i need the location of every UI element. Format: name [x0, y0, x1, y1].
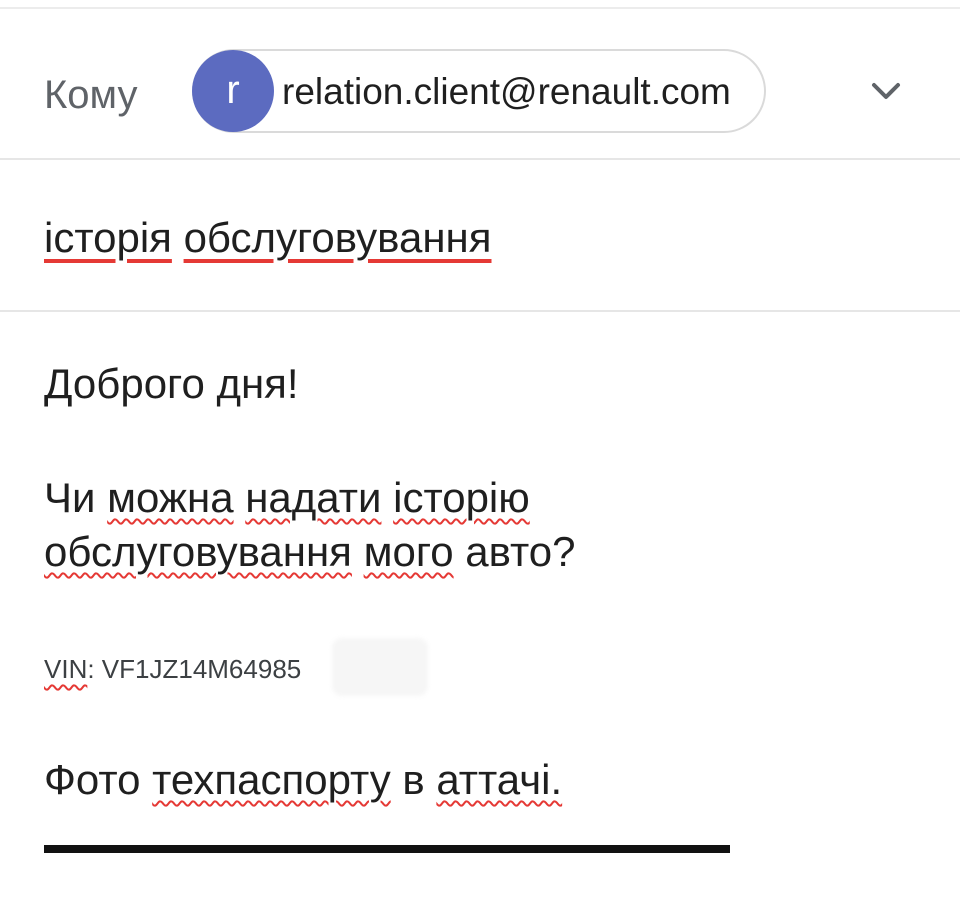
divider — [0, 158, 960, 160]
expand-recipients-button[interactable] — [862, 75, 910, 111]
body-line: Чи можна надати історію — [44, 474, 530, 522]
body-line: обслуговування мого авто? — [44, 528, 576, 576]
body-word: аттачі. — [436, 756, 563, 803]
body-word: мого — [363, 528, 454, 575]
redaction-blur — [332, 638, 428, 696]
subject-word: обслуговування — [183, 214, 492, 261]
divider — [0, 310, 960, 312]
body-word: можна — [107, 474, 234, 521]
body-word: обслуговування — [44, 528, 352, 575]
body-word: надати — [245, 474, 382, 521]
recipient-avatar: r — [192, 50, 274, 132]
body-word: Чи — [44, 474, 96, 521]
body-word: Фото — [44, 756, 141, 803]
to-row: Кому r relation.client@renault.com — [0, 9, 960, 158]
recipient-email: relation.client@renault.com — [282, 71, 731, 112]
signature-separator — [44, 845, 730, 853]
body-word: історію — [393, 474, 530, 521]
subject-field[interactable]: історія обслуговування — [44, 214, 492, 262]
body-word: в — [402, 756, 425, 803]
body-line: Фото техпаспорту в аттачі. — [44, 756, 562, 804]
vin-label: VIN — [44, 654, 88, 684]
body-word: авто? — [465, 528, 576, 575]
to-label: Кому — [44, 73, 138, 117]
vin-value: : VF1JZ14M64985 — [87, 654, 302, 684]
greeting-text: Доброго дня! — [44, 360, 299, 407]
subject-word: історія — [44, 214, 172, 261]
vin-line: VIN: VF1JZ14M64985 — [44, 654, 301, 685]
chevron-down-icon — [872, 83, 900, 99]
recipient-chip[interactable]: r relation.client@renault.com — [192, 49, 766, 133]
body-word: техпаспорту — [152, 756, 391, 803]
